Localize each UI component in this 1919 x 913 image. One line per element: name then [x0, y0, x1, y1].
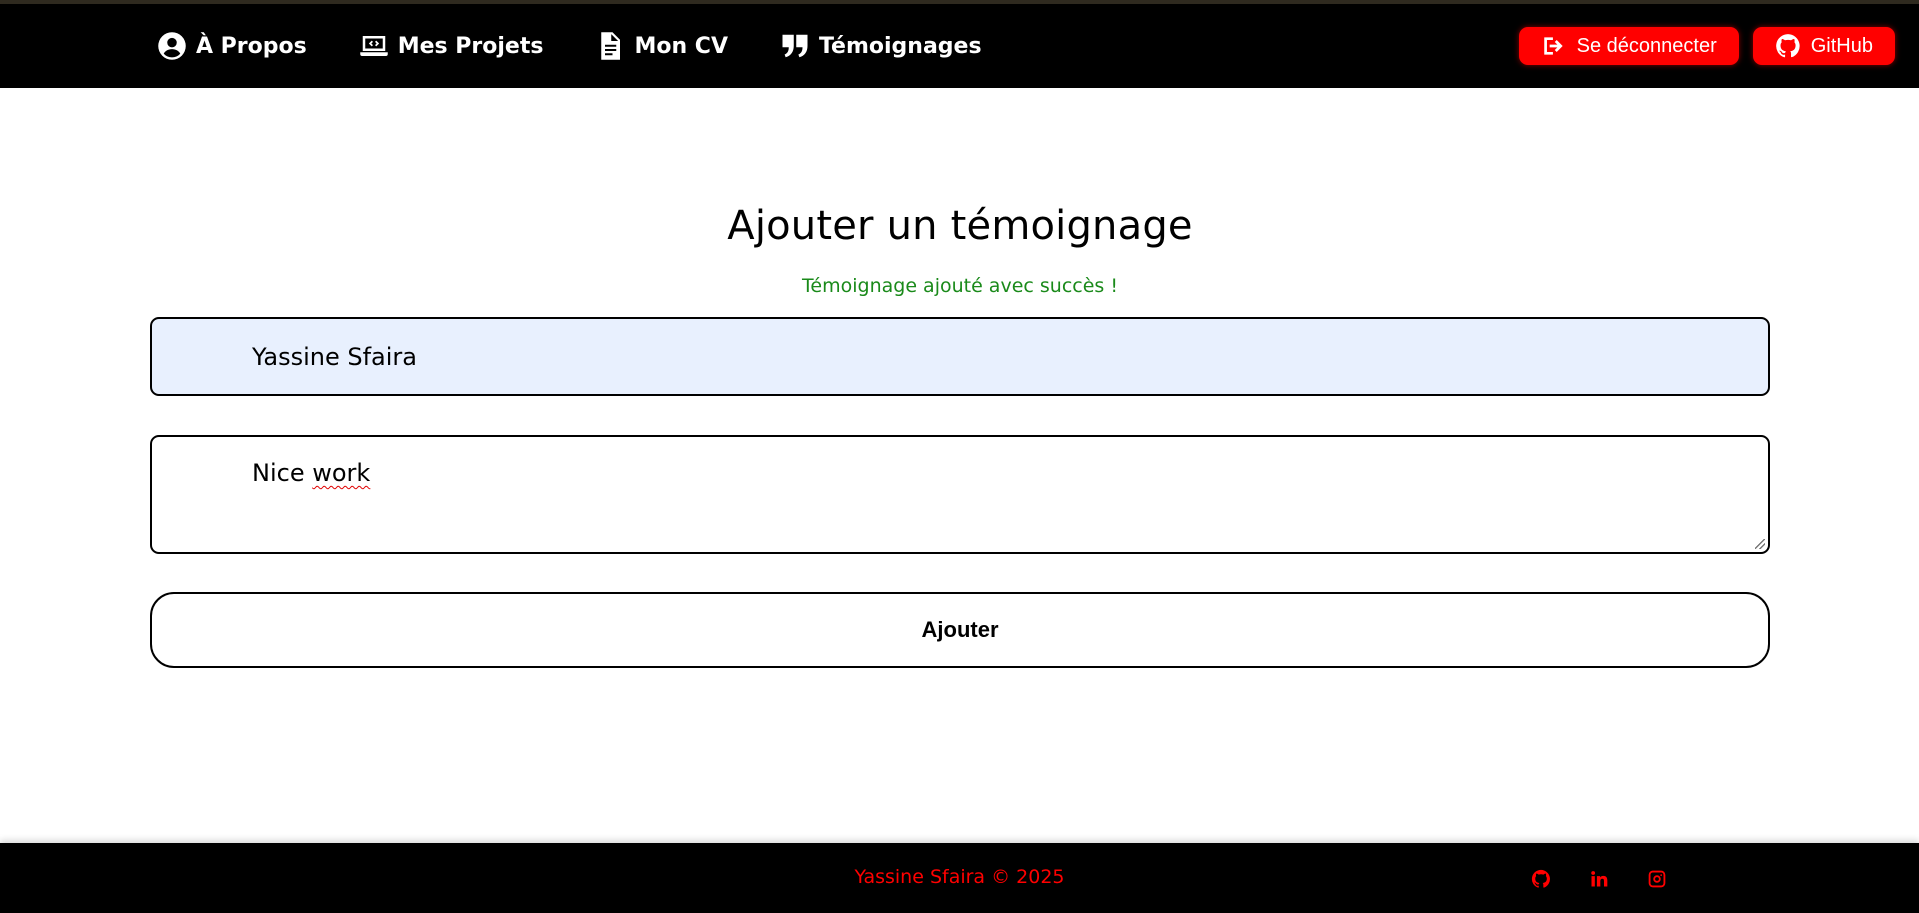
main-content: Ajouter un témoignage Témoignage ajouté …	[150, 88, 1770, 668]
message-textarea[interactable]: Nice work	[150, 435, 1770, 554]
resize-handle[interactable]	[1755, 539, 1765, 549]
sign-out-icon	[1543, 37, 1563, 55]
quote-icon	[782, 34, 808, 58]
submit-button[interactable]: Ajouter	[150, 592, 1770, 668]
nav-link-mon-cv[interactable]: Mon CV	[595, 31, 728, 61]
footer-social-links	[1531, 869, 1667, 889]
page-title: Ajouter un témoignage	[727, 203, 1193, 249]
name-input-value: Yassine Sfaira	[252, 342, 417, 371]
footer-linkedin-link[interactable]	[1589, 869, 1609, 889]
footer-github-link[interactable]	[1531, 869, 1551, 889]
nav-link-temoignages[interactable]: Témoignages	[780, 31, 982, 61]
misspelled-word: work	[312, 459, 371, 487]
footer: Yassine Sfaira © 2025	[0, 843, 1919, 913]
document-icon	[601, 32, 621, 60]
nav-link-label: Mon CV	[634, 33, 728, 59]
linkedin-icon	[1591, 871, 1608, 887]
nav-link-a-propos[interactable]: À Propos	[157, 31, 307, 61]
footer-instagram-link[interactable]	[1647, 869, 1667, 889]
nav-link-label: Mes Projets	[397, 33, 544, 59]
nav-link-mes-projets[interactable]: Mes Projets	[359, 31, 544, 61]
laptop-code-icon	[359, 36, 388, 56]
nav-actions: Se déconnecter GitHub	[1518, 4, 1895, 88]
github-icon	[1531, 869, 1550, 888]
navbar: À Propos Mes Projets Mon CV Témoignages	[0, 4, 1919, 88]
logout-label: Se déconnecter	[1576, 34, 1717, 57]
logout-button[interactable]: Se déconnecter	[1518, 27, 1739, 65]
github-button[interactable]: GitHub	[1752, 27, 1895, 65]
name-input[interactable]: Yassine Sfaira	[150, 317, 1770, 396]
github-label: GitHub	[1810, 34, 1873, 57]
nav-link-label: Témoignages	[818, 33, 982, 59]
user-circle-icon	[158, 32, 186, 60]
success-message: Témoignage ajouté avec succès !	[802, 275, 1118, 297]
instagram-icon	[1648, 870, 1666, 888]
nav-links: À Propos Mes Projets Mon CV Témoignages	[157, 4, 982, 88]
github-icon	[1775, 34, 1800, 58]
nav-link-label: À Propos	[196, 33, 307, 59]
message-word: Nice	[252, 459, 305, 487]
submit-label: Ajouter	[921, 617, 999, 642]
